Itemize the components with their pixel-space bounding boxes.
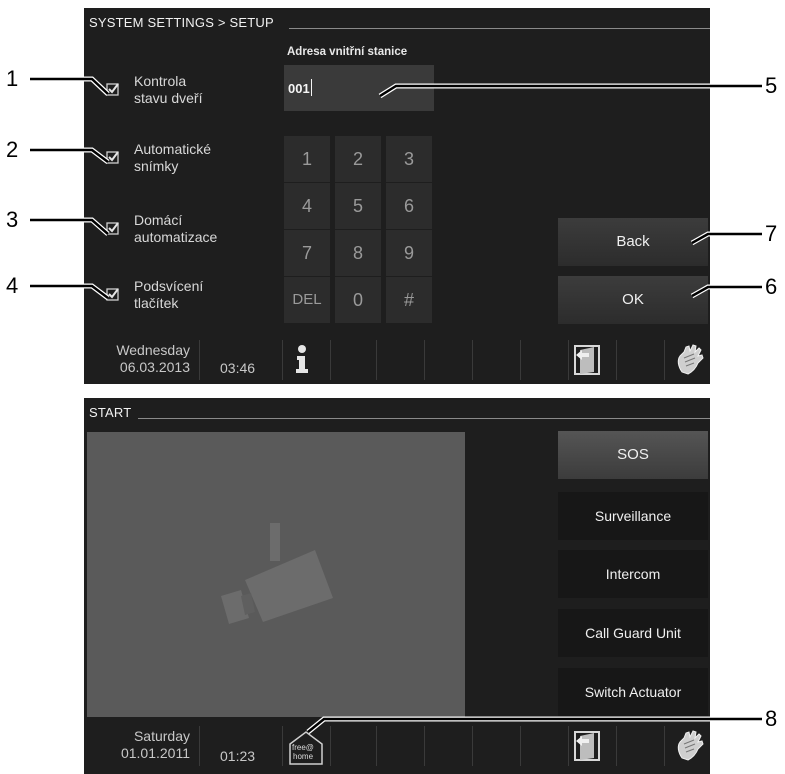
callout-6: 6 (765, 274, 778, 299)
callout-5: 5 (765, 73, 778, 98)
callout-4: 4 (6, 273, 19, 298)
callout-7: 7 (765, 221, 778, 246)
callout-3: 3 (6, 207, 19, 232)
callout-lines (30, 76, 762, 734)
callout-8: 8 (765, 706, 778, 731)
callout-2: 2 (6, 137, 19, 162)
callout-1: 1 (6, 66, 19, 91)
